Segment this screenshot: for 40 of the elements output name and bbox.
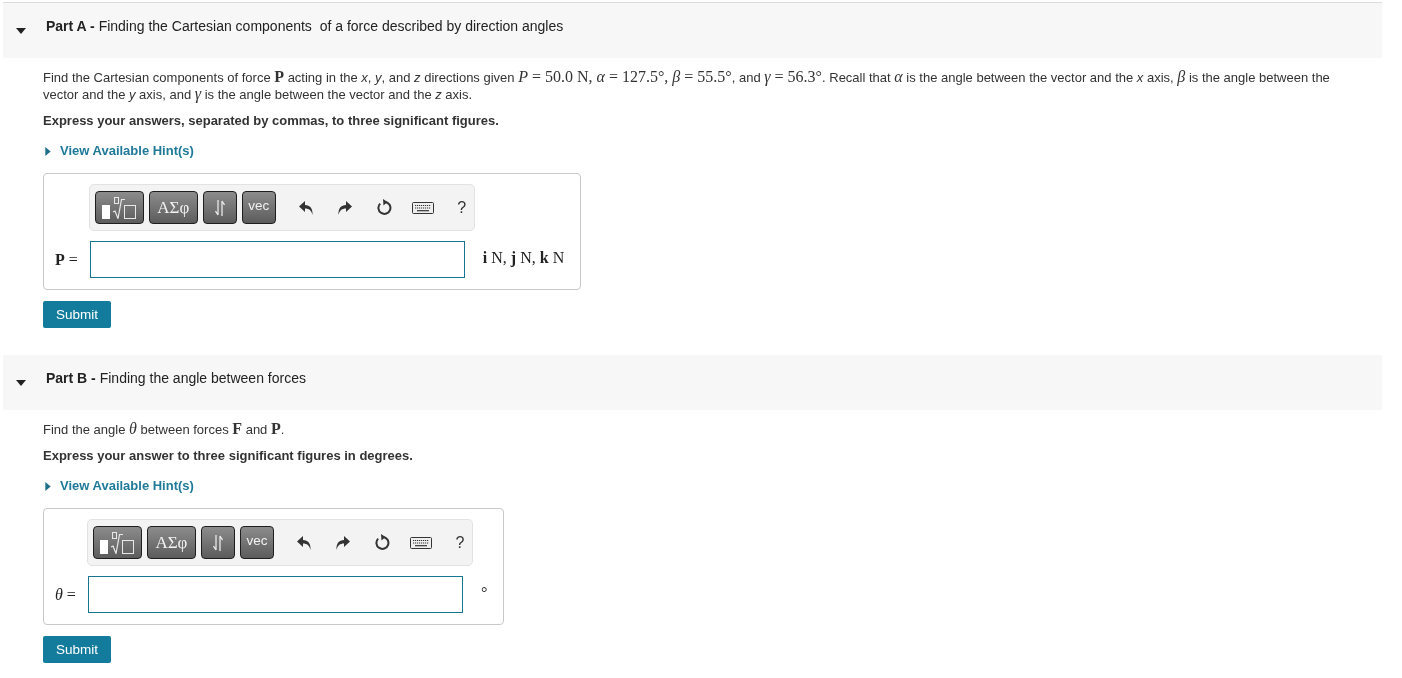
answer-label: θ = — [55, 585, 76, 604]
arrows-button[interactable] — [200, 526, 235, 559]
part-title: Part B - Finding the angle between forces — [46, 369, 306, 388]
submit-button[interactable]: Submit — [43, 636, 112, 663]
hint-link[interactable]: View Available Hint(s) — [43, 478, 194, 494]
reset-icon — [375, 199, 392, 216]
units-label: i N, j N, k N — [481, 248, 565, 267]
vector-button[interactable]: vec — [241, 191, 276, 224]
arrows-button[interactable] — [202, 191, 237, 224]
instruction-text: Express your answers, separated by commas, to three significant figures. — [43, 113, 500, 129]
symbols-button[interactable]: ΑΣφ — [146, 526, 196, 559]
keyboard-icon — [409, 536, 432, 549]
undo-icon — [296, 535, 311, 550]
part-title: Part A - Finding the Cartesian components of a force described by direction angles — [46, 17, 564, 36]
answer-field[interactable] — [89, 241, 465, 278]
help-button[interactable]: ? — [448, 526, 471, 559]
up-down-arrows-icon — [212, 534, 223, 551]
submit-button[interactable]: Submit — [43, 301, 112, 328]
units-label: ° — [479, 583, 488, 602]
up-down-arrows-icon — [214, 199, 225, 216]
hint-link[interactable]: View Available Hint(s) — [43, 143, 194, 159]
templates-button[interactable] — [92, 526, 142, 559]
box-root-icon — [100, 531, 135, 554]
answer-field[interactable] — [87, 576, 463, 613]
undo-icon — [298, 200, 313, 215]
part-header[interactable]: Part B - Finding the angle between forces — [3, 355, 1382, 410]
box-root-icon — [102, 196, 137, 219]
question-text: Find the Cartesian components of force P acting in the x, y, and z directions given P = 50.0 N, α = 127.5°, β = 55.5°, and γ = 56.3°. Recall that α is the angle between the vector and the x axis, β is the angle between the vector and the y axis, and γ is the angle between the vector and the z axis. — [43, 69, 1331, 103]
instruction-text: Express your answer to three significant figures in degrees. — [43, 448, 414, 464]
redo-icon — [335, 535, 350, 550]
keyboard-icon — [411, 201, 434, 214]
question-text: Find the angle θ between forces F and P. — [43, 421, 286, 438]
part-header[interactable]: Part A - Finding the Cartesian components of a force described by direction angles — [3, 3, 1382, 58]
help-button[interactable]: ? — [450, 191, 473, 224]
vector-button[interactable]: vec — [239, 526, 274, 559]
templates-button[interactable] — [94, 191, 144, 224]
reset-icon — [373, 534, 390, 551]
answer-label: P = — [55, 250, 78, 269]
symbols-button[interactable]: ΑΣφ — [148, 191, 198, 224]
redo-icon — [337, 200, 352, 215]
